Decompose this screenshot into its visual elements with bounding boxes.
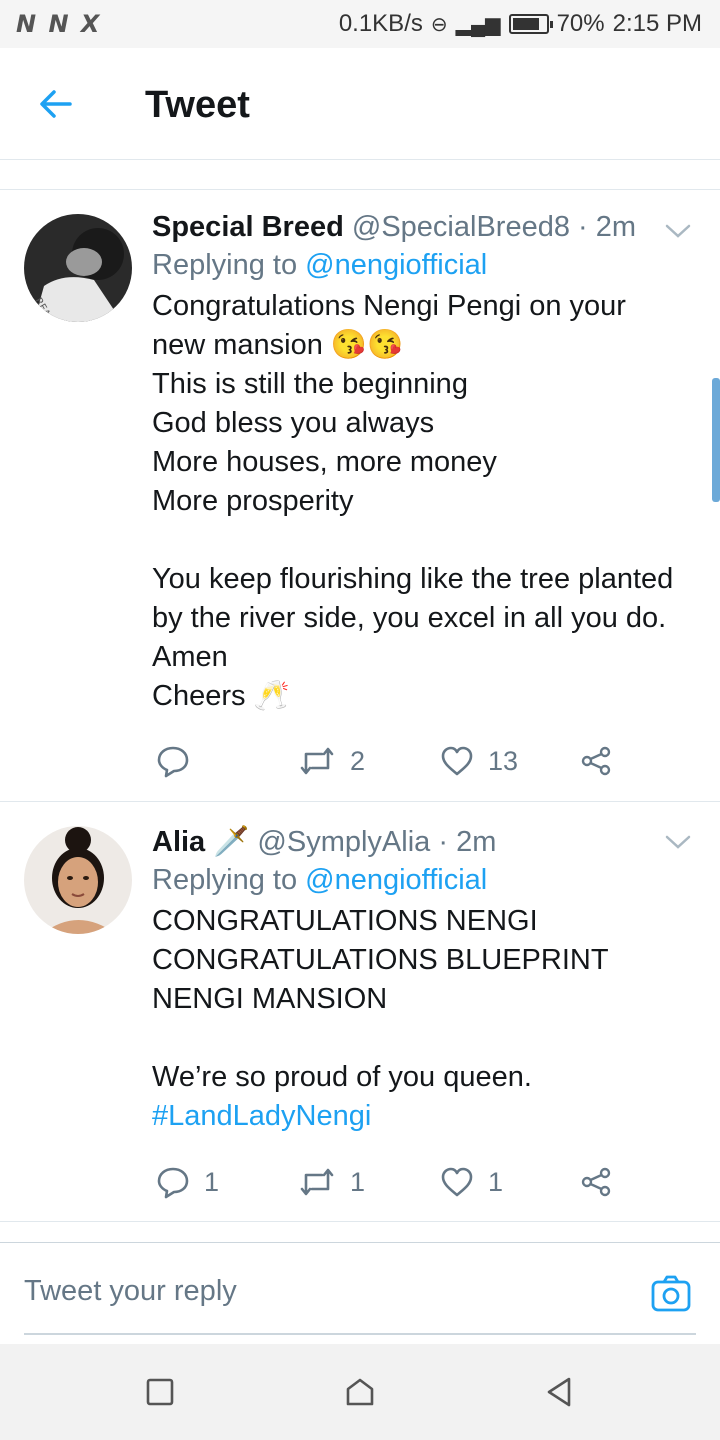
battery-icon [508,14,553,34]
reply-icon [157,1167,189,1199]
reply-button[interactable] [156,741,204,781]
display-name[interactable]: Special Breed [152,211,344,243]
system-nav-bar [0,1344,720,1440]
reply-icon [157,746,189,778]
tweet-text: Congratulations Nengi Pengi on your new … [152,287,696,716]
tweet-item[interactable]: REASS Special Breed @SpecialBreed8 · 2m … [0,191,720,802]
home-icon [346,1378,374,1406]
page-title: Tweet [145,84,250,126]
reply-count: 1 [204,1166,220,1197]
tweet-content: Alia 🗡️ @SymplyAlia · 2m Replying to @ne… [152,824,696,1136]
notification-icons: N N X [16,10,102,38]
tweet-menu-button[interactable] [664,832,692,852]
tweet-line: new mansion 😘😘 [152,329,404,361]
share-icon [581,1167,611,1197]
replying-to: Replying to @nengiofficial [152,247,696,283]
tweet-header: Alia 🗡️ @SymplyAlia · 2m [152,824,696,860]
signal-icon: ▂▄▆ [455,13,501,36]
hashtag-link[interactable]: #LandLadyNengi [152,1097,696,1136]
retweet-button[interactable]: 2 [298,741,365,781]
tweet-line [152,1019,696,1058]
tweet-menu-button[interactable] [664,221,692,241]
like-count: 13 [488,745,519,776]
mention-link[interactable]: @nengiofficial [305,249,487,281]
retweet-icon [300,747,334,775]
separator-dot: · [578,211,588,243]
mention-link[interactable]: @nengiofficial [305,864,487,896]
display-name[interactable]: Alia [152,826,205,858]
back-nav-button[interactable] [541,1374,577,1410]
camera-icon [651,1275,691,1312]
tweet-line: We’re so proud of you queen. [152,1061,532,1093]
input-underline [24,1333,696,1335]
tweet-text: CONGRATULATIONS NENGI CONGRATULATIONS BL… [152,902,696,1136]
replying-to: Replying to @nengiofficial [152,862,696,898]
reply-button[interactable]: 1 [156,1162,219,1202]
retweet-count: 1 [350,1166,366,1197]
tweet-line [152,521,696,560]
reply-input[interactable] [24,1275,624,1308]
retweet-count: 2 [350,745,366,776]
recents-button[interactable] [142,1374,178,1410]
scrollbar-thumb[interactable] [712,378,720,502]
replying-prefix: Replying to [152,864,306,896]
share-icon [581,746,611,776]
tweet-line: CONGRATULATIONS NENGI [152,905,538,937]
triangle-back-icon [547,1377,571,1407]
like-button[interactable]: 13 [440,741,518,781]
home-button[interactable] [342,1374,378,1410]
tweet-line: This is still the beginning [152,368,468,400]
tweet-line: More houses, more money [152,446,497,478]
tweet-actions: 1 1 1 [152,1162,632,1202]
thread-divider [0,160,720,190]
tweet-actions: 2 13 [152,741,632,781]
tweet-time: 2m [595,211,637,243]
network-speed: 0.1KB/s [338,10,423,37]
camera-button[interactable] [650,1273,692,1315]
tweet-line: More prosperity [152,485,354,517]
retweet-icon [300,1168,334,1196]
clock: 2:15 PM [612,10,702,37]
square-icon [146,1378,174,1406]
app-header: Tweet [0,48,720,160]
separator-dot: · [438,826,449,858]
data-saver-icon: ⊖ [430,13,448,36]
chevron-down-icon [665,224,691,238]
share-button[interactable] [580,741,612,781]
heart-icon [441,1167,473,1197]
tweet-line: by the river side, you excel in all you … [152,602,667,634]
avatar[interactable]: REASS [24,214,132,322]
retweet-button[interactable]: 1 [298,1162,365,1202]
status-bar: N N X 0.1KB/s ⊖ ▂▄▆ 70% 2:15 PM [0,0,720,48]
replying-prefix: Replying to [152,249,306,281]
like-button[interactable]: 1 [440,1162,503,1202]
tweet-line: You keep flourishing like the tree plant… [152,563,674,595]
tweet-line: Congratulations Nengi Pengi on your [152,290,626,322]
tweet-time: 2m [456,826,497,858]
tweet-line: Amen [152,641,228,673]
name-emoji: 🗡️ [213,826,250,858]
arrow-left-icon [40,90,72,118]
user-handle[interactable]: @SpecialBreed8 [352,211,570,243]
tweet-item[interactable]: Alia 🗡️ @SymplyAlia · 2m Replying to @ne… [0,802,720,1222]
like-count: 1 [488,1166,504,1197]
tweet-header: Special Breed @SpecialBreed8 · 2m [152,209,696,245]
battery-percent: 70% [556,10,605,37]
avatar[interactable] [24,826,132,934]
tweet-line: Cheers 🥂 [152,680,290,712]
back-button[interactable] [36,84,76,124]
tweet-content: Special Breed @SpecialBreed8 · 2m Replyi… [152,209,696,716]
status-right: 0.1KB/s ⊖ ▂▄▆ 70% 2:15 PM [339,10,702,38]
tweet-line: CONGRATULATIONS BLUEPRINT [152,944,609,976]
tweet-line: NENGI MANSION [152,983,388,1015]
share-button[interactable] [580,1162,612,1202]
heart-icon [441,746,473,776]
tweet-line: God bless you always [152,407,435,439]
reply-composer [0,1242,720,1344]
chevron-down-icon [665,835,691,849]
user-handle[interactable]: @SymplyAlia [257,826,430,858]
